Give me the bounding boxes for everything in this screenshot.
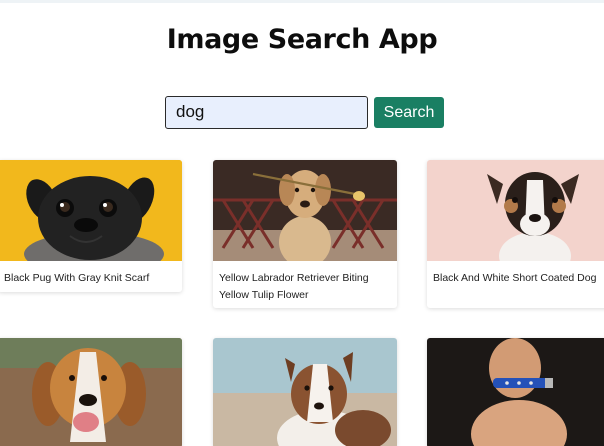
image-caption: Black And White Short Coated Dog [433,272,597,284]
image-card[interactable]: Black Pug With Gray Knit Scarf [0,160,182,292]
result-image[interactable] [0,160,182,261]
result-image[interactable] [427,160,604,261]
result-image[interactable] [213,338,397,446]
image-card[interactable]: Yellow Labrador Retriever Biting Yellow … [213,160,397,308]
image-card[interactable] [427,338,604,446]
search-button[interactable]: Search [374,97,444,128]
image-card[interactable]: Black And White Short Coated Dog [427,160,604,308]
top-border [0,0,604,3]
image-caption: Yellow Labrador Retriever Biting Yellow … [219,272,369,301]
search-input[interactable]: dog [165,96,368,129]
image-card[interactable] [213,338,397,446]
result-image[interactable] [0,338,182,446]
image-card[interactable] [0,338,182,446]
image-caption: Black Pug With Gray Knit Scarf [4,272,150,284]
page-title: Image Search App [166,24,438,55]
result-image[interactable] [427,338,604,446]
result-image[interactable] [213,160,397,261]
